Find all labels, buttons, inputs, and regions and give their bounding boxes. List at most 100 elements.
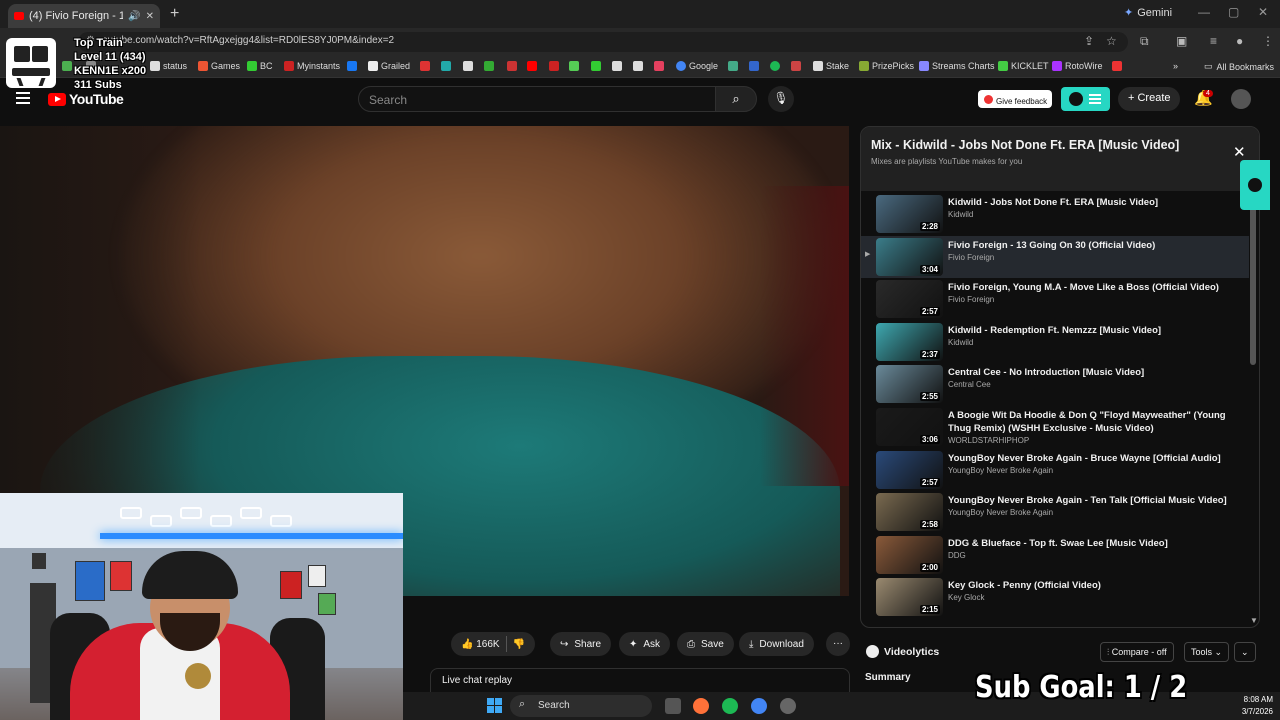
video-title[interactable]: Fivio Foreign, Young M.A - Move Like a B…: [948, 281, 1244, 294]
video-thumbnail[interactable]: 2:28: [876, 195, 943, 233]
playlist-item[interactable]: 2:28 Kidwild - Jobs Not Done Ft. ERA [Mus…: [861, 193, 1249, 235]
video-thumbnail[interactable]: 3:04: [876, 237, 943, 276]
playlist-item[interactable]: 2:57 YoungBoy Never Broke Again - Bruce W…: [861, 449, 1249, 491]
video-title[interactable]: Central Cee - No Introduction [Music Vid…: [948, 366, 1244, 379]
spotify-icon[interactable]: [722, 698, 738, 714]
like-button[interactable]: 👍 166K: [461, 639, 500, 650]
gemini-button[interactable]: ✦ Gemini: [1124, 6, 1172, 20]
taskbar-clock[interactable]: 8:08 AM 3/7/2026: [1233, 694, 1273, 718]
url-bar[interactable]: ⚙ outube.com/watch?v=RftAgxejgg4&list=RD…: [78, 32, 1128, 52]
dislike-button[interactable]: 👎: [513, 639, 525, 650]
bookmark-icon[interactable]: [791, 61, 801, 71]
menu-kebab-icon[interactable]: ⋮: [1262, 34, 1274, 48]
bookmark-rotowire[interactable]: RotoWire: [1052, 61, 1103, 71]
bookmark-google[interactable]: Google: [676, 61, 718, 71]
profile-icon[interactable]: ●: [1236, 34, 1243, 48]
bookmark-icon[interactable]: [463, 61, 473, 71]
compare-toggle-button[interactable]: ⫶ Compare - off: [1100, 642, 1174, 662]
bookmarks-overflow-icon[interactable]: »: [1173, 61, 1178, 71]
youtube-logo[interactable]: YouTube: [48, 91, 124, 107]
window-close-icon[interactable]: ✕: [1258, 5, 1268, 19]
channel-name[interactable]: YoungBoy Never Broke Again: [948, 466, 1053, 475]
bookmark-star-icon[interactable]: ☆: [1106, 34, 1117, 48]
videolytics-side-widget[interactable]: [1240, 160, 1270, 210]
video-title[interactable]: Fivio Foreign - 13 Going On 30 (Official…: [948, 239, 1244, 252]
bookmark-stake[interactable]: Stake: [813, 61, 849, 71]
video-title[interactable]: YoungBoy Never Broke Again - Bruce Wayne…: [948, 452, 1244, 465]
summary-tab[interactable]: Summary: [865, 672, 911, 683]
instagram-icon[interactable]: [654, 61, 664, 71]
video-title[interactable]: Key Glock - Penny (Official Video): [948, 579, 1244, 592]
app-icon[interactable]: [780, 698, 796, 714]
account-avatar[interactable]: [1231, 89, 1251, 109]
bookmark-icon[interactable]: [507, 61, 517, 71]
bookmark-icon[interactable]: [484, 61, 494, 71]
bookmark-icon[interactable]: [420, 61, 430, 71]
playlist-item[interactable]: 2:37 Kidwild - Redemption Ft. Nemzzz [Mus…: [861, 321, 1249, 363]
bookmark-kicklet[interactable]: KICKLET: [998, 61, 1049, 71]
playlist-item[interactable]: 2:15 Key Glock - Penny (Official Video) Ke…: [861, 576, 1249, 618]
close-tab-icon[interactable]: ✕: [146, 11, 154, 22]
facebook-icon[interactable]: [347, 61, 357, 71]
channel-name[interactable]: Key Glock: [948, 593, 984, 602]
search-input[interactable]: Search: [358, 86, 716, 112]
tiktok-icon[interactable]: [612, 61, 622, 71]
playlist-item[interactable]: 2:58 YoungBoy Never Broke Again - Ten Tal…: [861, 491, 1249, 533]
video-thumbnail[interactable]: 2:55: [876, 365, 943, 404]
playlist-item[interactable]: 2:55 Central Cee - No Introduction [Music…: [861, 363, 1249, 405]
maximize-icon[interactable]: ▢: [1228, 5, 1239, 19]
bookmark-streams-charts[interactable]: Streams Charts: [919, 61, 995, 71]
video-title[interactable]: YoungBoy Never Broke Again - Ten Talk [O…: [948, 494, 1244, 507]
video-title[interactable]: Kidwild - Redemption Ft. Nemzzz [Music V…: [948, 324, 1244, 337]
playlist-item[interactable]: 3:06 A Boogie Wit Da Hoodie & Don Q "Floy…: [861, 406, 1249, 448]
audio-icon[interactable]: 🔊: [128, 11, 140, 22]
search-button[interactable]: ⌕: [715, 86, 757, 112]
bookmark-icon[interactable]: [591, 61, 601, 71]
playlist-item[interactable]: 2:57 Fivio Foreign, Young M.A - Move Like…: [861, 278, 1249, 320]
bookmark-myinstants[interactable]: Myinstants: [284, 61, 340, 71]
video-thumbnail[interactable]: 2:58: [876, 493, 943, 532]
new-tab-button[interactable]: +: [170, 5, 179, 23]
bookmark-games[interactable]: Games: [198, 61, 240, 71]
channel-name[interactable]: Kidwild: [948, 338, 973, 347]
bookmark-grailed[interactable]: Grailed: [368, 61, 410, 71]
video-thumbnail[interactable]: 2:37: [876, 322, 943, 361]
hamburger-menu-icon[interactable]: [16, 92, 30, 107]
channel-name[interactable]: DDG: [948, 551, 966, 560]
videolytics-extension-button[interactable]: [1061, 87, 1110, 111]
video-title[interactable]: Kidwild - Jobs Not Done Ft. ERA [Music V…: [948, 196, 1244, 209]
close-playlist-icon[interactable]: ✕: [1233, 143, 1246, 161]
download-button[interactable]: ⤓ Download: [739, 632, 814, 656]
video-thumbnail[interactable]: 3:06: [876, 408, 943, 446]
bookmark-icon[interactable]: [569, 61, 579, 71]
task-view-icon[interactable]: [665, 698, 681, 714]
channel-name[interactable]: YoungBoy Never Broke Again: [948, 508, 1053, 517]
video-thumbnail[interactable]: 2:00: [876, 535, 943, 574]
extensions-icon[interactable]: ⧉: [1140, 34, 1149, 49]
playlist-item[interactable]: 2:00 DDG & Blueface - Top ft. Swae Lee [M…: [861, 534, 1249, 576]
all-bookmarks-button[interactable]: ▭ All Bookmarks: [1204, 61, 1274, 72]
tools-dropdown[interactable]: Tools ⌄: [1184, 642, 1230, 662]
share-button[interactable]: ↪ Share: [550, 632, 612, 656]
taskbar-search[interactable]: ⌕ Search: [510, 695, 652, 717]
bookmark-status[interactable]: status: [150, 61, 187, 71]
spotify-icon[interactable]: [770, 61, 780, 71]
ask-button[interactable]: ✦ Ask: [619, 632, 671, 656]
bookmark-icon[interactable]: [62, 61, 72, 71]
firefox-icon[interactable]: [693, 698, 709, 714]
browser-tab-active[interactable]: (4) Fivio Foreign - 13 Going 🔊 ✕: [8, 4, 160, 28]
video-thumbnail[interactable]: 2:57: [876, 450, 943, 489]
video-thumbnail[interactable]: 2:15: [876, 578, 943, 617]
channel-name[interactable]: Central Cee: [948, 380, 991, 389]
create-button[interactable]: + Create: [1118, 87, 1180, 111]
give-feedback-button[interactable]: Give feedback: [978, 90, 1052, 108]
bookmark-icon[interactable]: [1112, 61, 1122, 71]
bookmark-bc[interactable]: BC: [247, 61, 273, 71]
bookmark-icon[interactable]: [728, 61, 738, 71]
voice-search-button[interactable]: 🎙: [768, 86, 794, 112]
bookmark-icon[interactable]: [441, 61, 451, 71]
channel-name[interactable]: WORLDSTARHIPHOP: [948, 436, 1029, 445]
collapse-button[interactable]: ⌄: [1234, 642, 1256, 662]
bookmark-icon[interactable]: [549, 61, 559, 71]
channel-name[interactable]: Fivio Foreign: [948, 295, 994, 304]
